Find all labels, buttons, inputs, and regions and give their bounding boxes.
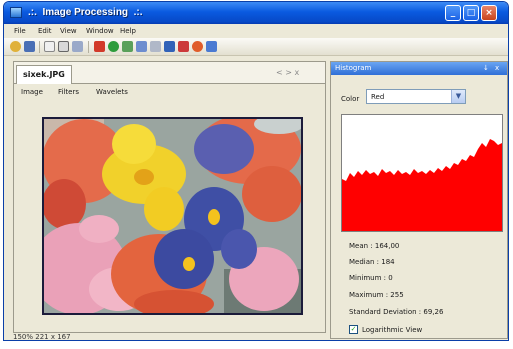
pin-icon[interactable]: ↓	[483, 64, 489, 72]
save-icon[interactable]	[24, 41, 35, 52]
open-icon[interactable]	[10, 41, 21, 52]
logarithmic-checkbox[interactable]: ✓	[349, 325, 358, 334]
chevron-down-icon[interactable]: ▼	[451, 90, 465, 103]
redo-icon[interactable]	[136, 41, 147, 52]
stat-standard-deviation: Standard Deviation : 69,26	[349, 308, 444, 316]
document-window: sixek.JPG < > x Image Filters Wavelets	[13, 61, 326, 333]
histogram-panel: Histogram ↓ x Color Red ▼ Mean : 164,00 …	[330, 61, 508, 339]
effect-icon[interactable]	[150, 41, 161, 52]
document-tabstrip: sixek.JPG < > x	[14, 62, 325, 84]
menu-bar: File Edit View Window Help	[4, 24, 508, 38]
window-title: .:. Image Processing .:.	[28, 7, 143, 18]
menu-filters[interactable]: Filters	[58, 88, 79, 96]
tab-navigation[interactable]: < > x	[276, 68, 299, 77]
crop-icon[interactable]	[178, 41, 189, 52]
histogram-panel-title-bar[interactable]: Histogram ↓ x	[331, 62, 507, 75]
cut-icon[interactable]	[72, 41, 83, 52]
toolbar-separator	[39, 41, 40, 53]
toolbar-separator	[88, 41, 89, 53]
menu-image[interactable]: Image	[21, 88, 43, 96]
app-icon	[10, 7, 22, 18]
image-canvas[interactable]	[15, 99, 325, 327]
histogram-chart	[341, 114, 503, 232]
print-icon[interactable]	[58, 41, 69, 52]
title-bar[interactable]: .:. Image Processing .:. _ □ ×	[4, 2, 508, 24]
logarithmic-label: Logarithmic View	[362, 326, 423, 334]
menu-view[interactable]: View	[60, 27, 77, 35]
panel-close-icon[interactable]: x	[495, 64, 499, 72]
toolbar	[4, 38, 508, 56]
histogram-fill	[342, 139, 502, 231]
chart-icon[interactable]	[108, 41, 119, 52]
refresh-icon[interactable]	[94, 41, 105, 52]
stat-median: Median : 184	[349, 258, 395, 266]
minimize-button[interactable]: _	[445, 5, 461, 21]
maximize-button[interactable]: □	[463, 5, 479, 21]
histogram-icon[interactable]	[206, 41, 217, 52]
color-select-value: Red	[371, 93, 385, 101]
copy-icon[interactable]	[44, 41, 55, 52]
document-tab[interactable]: sixek.JPG	[16, 65, 72, 84]
menu-window[interactable]: Window	[86, 27, 114, 35]
stat-minimum: Minimum : 0	[349, 274, 393, 282]
target-icon[interactable]	[192, 41, 203, 52]
flower-photo	[42, 117, 303, 315]
stat-maximum: Maximum : 255	[349, 291, 404, 299]
menu-file[interactable]: File	[14, 27, 26, 35]
close-button[interactable]: ×	[481, 5, 497, 21]
status-bar: 150% 221 x 167	[13, 333, 71, 341]
menu-edit[interactable]: Edit	[38, 27, 52, 35]
histogram-panel-title: Histogram	[335, 64, 372, 72]
image-icon[interactable]	[164, 41, 175, 52]
color-label: Color	[341, 95, 360, 103]
stat-mean: Mean : 164,00	[349, 242, 400, 250]
undo-icon[interactable]	[122, 41, 133, 52]
menu-wavelets[interactable]: Wavelets	[96, 88, 128, 96]
menu-help[interactable]: Help	[120, 27, 136, 35]
document-menu-bar: Image Filters Wavelets	[14, 84, 325, 99]
color-select[interactable]: Red ▼	[366, 89, 466, 104]
main-window: .:. Image Processing .:. _ □ × File Edit…	[3, 1, 509, 341]
